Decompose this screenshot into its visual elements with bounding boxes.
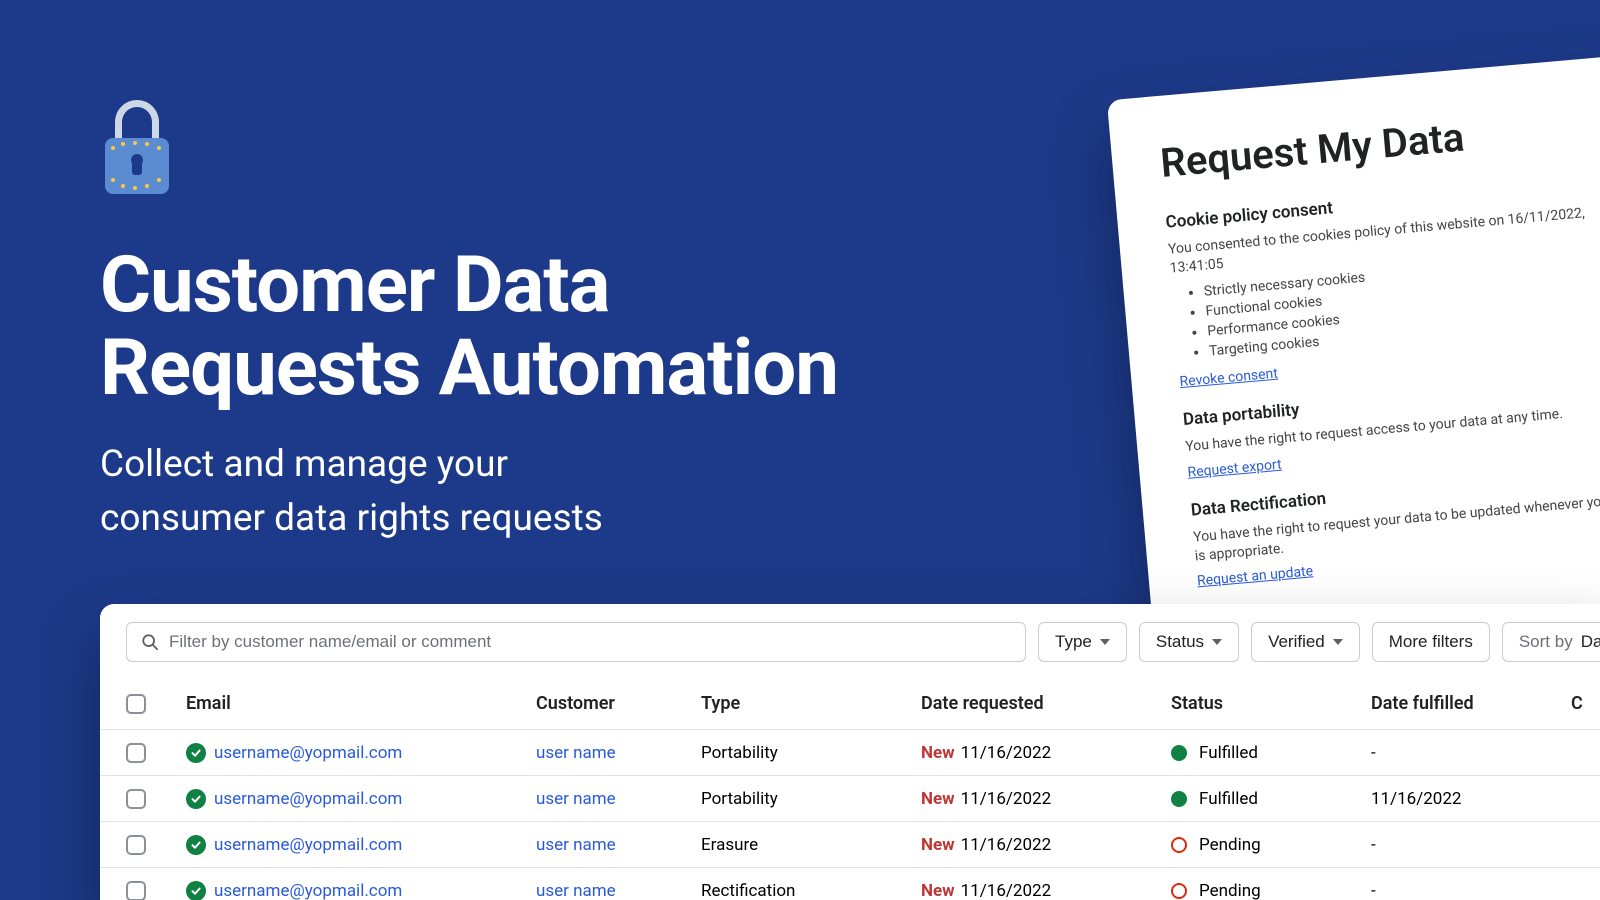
col-type: Type [701, 693, 921, 714]
type-cell: Portability [701, 789, 921, 809]
status-pending-icon [1171, 837, 1187, 853]
verified-icon [186, 835, 206, 855]
search-input-wrapper[interactable] [126, 622, 1026, 662]
search-input[interactable] [169, 632, 1011, 652]
chevron-down-icon [1212, 639, 1222, 645]
col-customer: Customer [536, 693, 701, 714]
more-filters-button[interactable]: More filters [1372, 622, 1490, 662]
type-cell: Rectification [701, 881, 921, 900]
toolbar: Type Status Verified More filters Sort b… [100, 604, 1600, 678]
new-badge: New [921, 743, 955, 763]
col-status: Status [1171, 693, 1371, 714]
select-all-checkbox[interactable] [126, 694, 146, 714]
customer-link[interactable]: user name [536, 881, 616, 900]
status-cell: Pending [1171, 881, 1371, 900]
table-row[interactable]: username@yopmail.com user name Erasure N… [100, 822, 1600, 868]
col-email: Email [186, 693, 536, 714]
status-cell: Fulfilled [1171, 789, 1371, 809]
customer-link[interactable]: user name [536, 743, 616, 763]
date-requested-cell: New11/16/2022 [921, 789, 1171, 809]
type-cell: Erasure [701, 835, 921, 855]
filter-status-button[interactable]: Status [1139, 622, 1239, 662]
col-date-requested: Date requested [921, 693, 1171, 714]
email-link[interactable]: username@yopmail.com [214, 881, 402, 900]
page-title: Request My Data [1159, 100, 1600, 187]
revoke-consent-link[interactable]: Revoke consent [1179, 365, 1279, 390]
new-badge: New [921, 835, 955, 855]
chevron-down-icon [1333, 639, 1343, 645]
sort-button[interactable]: Sort by Date [1502, 622, 1600, 662]
requests-panel: Type Status Verified More filters Sort b… [100, 604, 1600, 900]
row-checkbox[interactable] [126, 789, 146, 809]
verified-icon [186, 789, 206, 809]
new-badge: New [921, 881, 955, 900]
request-export-link[interactable]: Request export [1187, 456, 1282, 480]
table-row[interactable]: username@yopmail.com user name Portabili… [100, 730, 1600, 776]
customer-link[interactable]: user name [536, 789, 616, 809]
filter-verified-button[interactable]: Verified [1251, 622, 1360, 662]
email-link[interactable]: username@yopmail.com [214, 789, 402, 809]
status-fulfilled-icon [1171, 745, 1187, 761]
hero-subtitle: Collect and manage your consumer data ri… [100, 438, 603, 545]
col-date-fulfilled: Date fulfilled [1371, 693, 1571, 714]
row-checkbox[interactable] [126, 743, 146, 763]
email-link[interactable]: username@yopmail.com [214, 743, 402, 763]
date-fulfilled-cell: 11/16/2022 [1371, 789, 1571, 809]
hero-title: Customer Data Requests Automation [100, 245, 838, 410]
row-checkbox[interactable] [126, 835, 146, 855]
chevron-down-icon [1100, 639, 1110, 645]
date-fulfilled-cell: - [1371, 743, 1571, 763]
date-fulfilled-cell: - [1371, 835, 1571, 855]
customer-link[interactable]: user name [536, 835, 616, 855]
search-icon [141, 633, 159, 651]
status-pending-icon [1171, 883, 1187, 899]
status-cell: Fulfilled [1171, 743, 1371, 763]
type-cell: Portability [701, 743, 921, 763]
date-requested-cell: New11/16/2022 [921, 743, 1171, 763]
status-fulfilled-icon [1171, 791, 1187, 807]
filter-type-button[interactable]: Type [1038, 622, 1127, 662]
date-requested-cell: New11/16/2022 [921, 881, 1171, 900]
table-row[interactable]: username@yopmail.com user name Rectifica… [100, 868, 1600, 900]
row-checkbox[interactable] [126, 881, 146, 900]
date-fulfilled-cell: - [1371, 881, 1571, 900]
lock-icon [105, 100, 169, 190]
request-update-link[interactable]: Request an update [1196, 564, 1313, 590]
status-cell: Pending [1171, 835, 1371, 855]
email-link[interactable]: username@yopmail.com [214, 835, 402, 855]
table-header: Email Customer Type Date requested Statu… [100, 678, 1600, 730]
col-comment: C [1571, 693, 1594, 714]
verified-icon [186, 881, 206, 900]
date-requested-cell: New11/16/2022 [921, 835, 1171, 855]
new-badge: New [921, 789, 955, 809]
verified-icon [186, 743, 206, 763]
request-my-data-card: Request My Data Cookie policy consent Yo… [1107, 52, 1600, 654]
table-row[interactable]: username@yopmail.com user name Portabili… [100, 776, 1600, 822]
